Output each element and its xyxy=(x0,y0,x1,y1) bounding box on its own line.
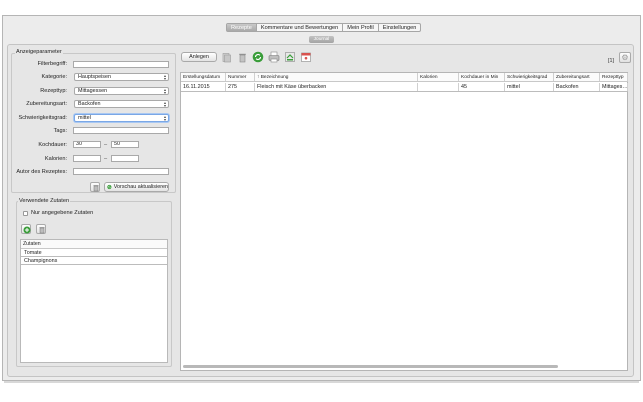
print-button[interactable] xyxy=(268,51,280,63)
kochdauer-from-input[interactable]: 30 xyxy=(73,141,101,148)
updown-arrows-icon: ▴ ▾ xyxy=(163,87,166,95)
refresh-icon xyxy=(252,51,264,63)
page-count: [1] xyxy=(608,58,614,64)
tab-einstellungen[interactable]: Einstellungen xyxy=(379,24,421,31)
autor-label: Autor des Rezeptes: xyxy=(16,169,67,175)
table-cell: 16.11.2015 xyxy=(181,83,226,91)
column-header-kalorien[interactable]: Kalorien xyxy=(418,73,459,81)
copy-icon xyxy=(222,53,231,63)
nur-angegebene-zutaten-checkbox[interactable] xyxy=(23,211,28,216)
printer-icon xyxy=(268,51,280,63)
column-header-schwierigkeitsgrad[interactable]: Schwierigkeitsgrad xyxy=(505,73,554,81)
autor-input[interactable] xyxy=(73,168,169,175)
table-cell: 45 xyxy=(459,83,505,91)
column-header-nummer[interactable]: Nummer xyxy=(226,73,255,81)
rezepte-table[interactable]: Erstellungsdatum Nummer ↑ Bezeichnung Ka… xyxy=(180,72,628,371)
rezepttyp-value: Mittagessen xyxy=(78,88,108,94)
kochdauer-label: Kochdauer: xyxy=(38,142,67,148)
tab-kommentare[interactable]: Kommentare und Bewertungen xyxy=(257,24,344,31)
column-header-kochdauer[interactable]: Kochdauer in Min xyxy=(459,73,505,81)
nur-angegebene-zutaten-label: Nur angegebene Zutaten xyxy=(31,210,94,216)
refresh-button[interactable] xyxy=(252,51,264,63)
schwierigkeitsgrad-value: mittel xyxy=(78,115,91,121)
kochdauer-range-separator: – xyxy=(104,142,108,148)
settings-button[interactable]: ⚙ xyxy=(619,52,631,63)
table-cell: Mittages… xyxy=(602,83,628,91)
tags-input[interactable] xyxy=(73,127,169,134)
kalorien-from-input[interactable] xyxy=(73,155,101,162)
export-button[interactable] xyxy=(284,51,296,63)
refresh-icon xyxy=(107,184,112,190)
zubereitungsart-select[interactable]: Backofen ▴ ▾ xyxy=(74,100,169,108)
trash-icon xyxy=(39,226,44,233)
horizontal-scrollbar[interactable] xyxy=(183,365,558,368)
rezepttyp-label: Rezepttyp: xyxy=(40,88,67,94)
delete-button[interactable] xyxy=(237,52,248,63)
copy-button[interactable] xyxy=(221,52,232,63)
schwierigkeitsgrad-select[interactable]: mittel ▴ ▾ xyxy=(74,114,169,122)
column-header-rezepttyp[interactable]: Rezepttyp xyxy=(600,73,628,81)
updown-arrows-icon: ▴ ▾ xyxy=(163,73,166,81)
table-cell: Backofen xyxy=(554,83,600,91)
kategorie-value: Hauptspeisen xyxy=(78,74,111,80)
anlegen-button[interactable]: Anlegen xyxy=(181,52,217,62)
tags-label: Tags: xyxy=(53,128,67,134)
list-item[interactable]: Champignons xyxy=(21,257,167,265)
rezepttyp-select[interactable]: Mittagessen ▴ ▾ xyxy=(74,87,169,95)
updown-arrows-icon: ▴ ▾ xyxy=(163,114,166,122)
kochdauer-to-input[interactable]: 50 xyxy=(111,141,139,148)
calendar-icon xyxy=(301,52,311,62)
kalorien-label: Kalorien: xyxy=(44,156,67,162)
kategorie-select[interactable]: Hauptspeisen ▴ ▾ xyxy=(74,73,169,81)
zutaten-table-header[interactable]: Zutaten xyxy=(21,240,167,249)
table-cell: 275 xyxy=(226,83,255,91)
table-cell xyxy=(418,83,459,91)
tab-mein-profil[interactable]: Mein Profil xyxy=(343,24,379,31)
zubereitungsart-value: Backofen xyxy=(78,101,101,107)
add-zutat-button[interactable] xyxy=(21,224,31,234)
delete-zutat-button[interactable] xyxy=(36,224,46,234)
schwierigkeitsgrad-label: Schwierigkeitsgrad: xyxy=(18,115,67,121)
zutaten-table[interactable]: Zutaten Tomate Champignons xyxy=(20,239,168,363)
trash-icon xyxy=(93,184,98,191)
column-header-erstellungsdatum[interactable]: Erstellungsdatum xyxy=(181,73,226,81)
filterbegriff-label: Filterbegriff: xyxy=(37,61,67,67)
export-icon xyxy=(285,52,295,62)
table-row[interactable]: 16.11.2015 275 Fleisch mit Käse überback… xyxy=(181,83,628,92)
updown-arrows-icon: ▴ ▾ xyxy=(163,100,166,108)
calendar-button[interactable] xyxy=(300,51,312,63)
vorschau-aktualisieren-button[interactable]: Vorschau aktualisieren xyxy=(104,182,169,192)
gear-icon: ⚙ xyxy=(621,53,629,62)
column-header-bezeichnung[interactable]: ↑ Bezeichnung xyxy=(255,73,418,81)
tab-rezepte[interactable]: Rezepte xyxy=(227,24,257,31)
table-cell: mittel xyxy=(505,83,554,91)
list-item[interactable]: Tomate xyxy=(21,249,167,257)
subtab-journal[interactable]: Journal xyxy=(309,36,334,43)
kalorien-range-separator: – xyxy=(104,156,108,162)
kategorie-label: Kategorie: xyxy=(41,74,68,80)
window-shadow xyxy=(4,381,639,383)
main-tab-bar: Rezepte Kommentare und Bewertungen Mein … xyxy=(226,23,422,32)
plus-icon xyxy=(23,226,30,233)
trash-icon xyxy=(239,53,246,63)
vorschau-aktualisieren-label: Vorschau aktualisieren xyxy=(113,184,168,190)
table-cell: Fleisch mit Käse überbacken xyxy=(255,83,418,91)
filter-group-legend: Anzeigeparameter xyxy=(15,49,63,55)
column-header-zubereitungsart[interactable]: Zubereitungsart xyxy=(554,73,600,81)
zutaten-group-legend: Verwendete Zutaten xyxy=(18,198,71,204)
kalorien-to-input[interactable] xyxy=(111,155,139,162)
clear-filter-button[interactable] xyxy=(90,182,100,192)
table-header-row: Erstellungsdatum Nummer ↑ Bezeichnung Ka… xyxy=(181,73,628,82)
filterbegriff-input[interactable] xyxy=(73,61,169,68)
zubereitungsart-label: Zubereitungsart: xyxy=(26,101,67,107)
